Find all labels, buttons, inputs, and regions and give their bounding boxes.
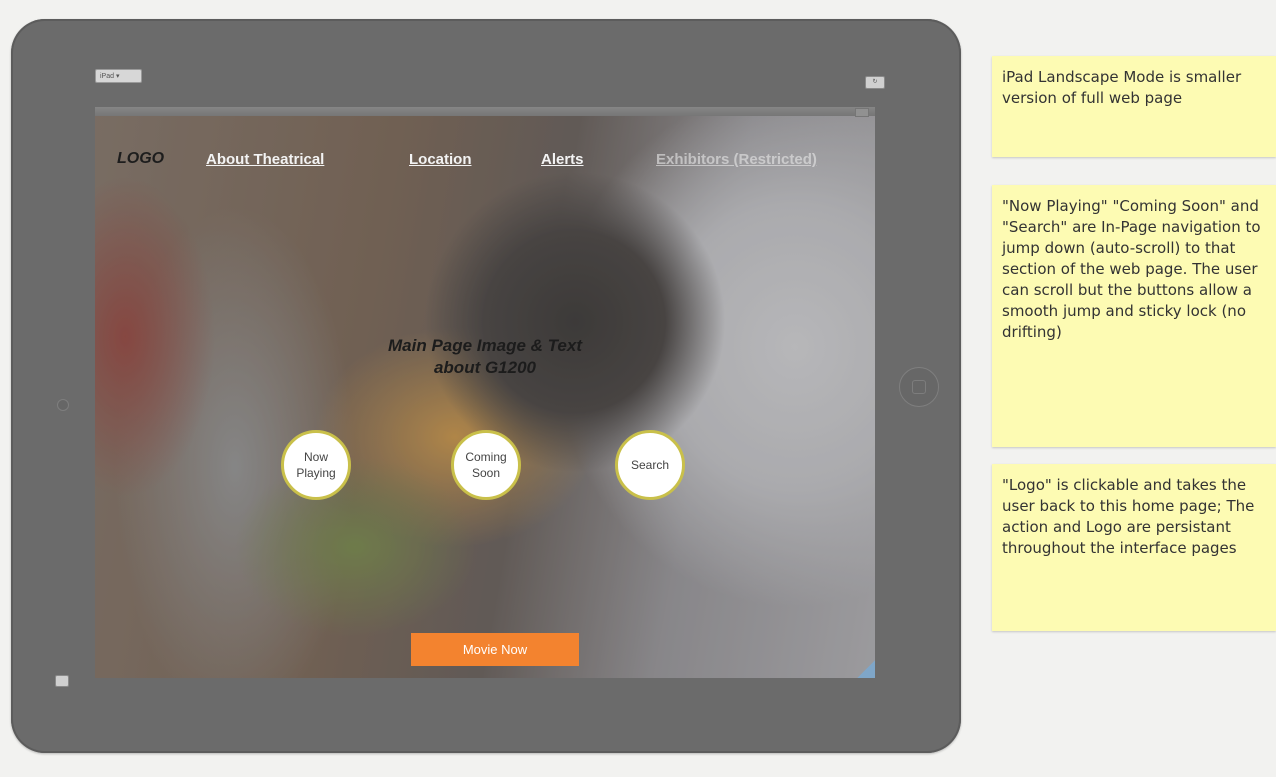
search-button-label: Search	[630, 458, 670, 472]
resize-handle-icon[interactable]	[857, 660, 875, 678]
now-playing-button[interactable]: Now Playing	[281, 430, 351, 500]
search-button[interactable]: Search	[615, 430, 685, 500]
home-button[interactable]	[899, 367, 939, 407]
image-overlay	[95, 107, 875, 678]
now-playing-label-1: Now	[303, 450, 328, 464]
ipad-frame: iPad ▾ ↻ LOGO About Theatrical Location …	[11, 19, 961, 753]
nav-link-location[interactable]: Location	[409, 151, 472, 168]
hero-headline: Main Page Image & Text about G1200	[335, 335, 635, 379]
hero-headline-line1: Main Page Image & Text	[388, 336, 582, 355]
sticky-note-logo: "Logo" is clickable and takes the user b…	[992, 464, 1276, 631]
nav-link-exhibitors[interactable]: Exhibitors (Restricted)	[656, 151, 817, 168]
movie-now-button[interactable]: Movie Now	[411, 633, 579, 666]
nav-link-alerts[interactable]: Alerts	[541, 151, 584, 168]
camera-icon	[57, 399, 69, 411]
fullscreen-icon[interactable]	[55, 675, 69, 687]
sticky-note-in-page-nav: "Now Playing" "Coming Soon" and "Search"…	[992, 185, 1276, 447]
coming-soon-label-1: Coming	[465, 450, 507, 464]
rotate-icon[interactable]: ↻	[865, 76, 885, 89]
coming-soon-button[interactable]: Coming Soon	[451, 430, 521, 500]
top-nav: LOGO About Theatrical Location Alerts Ex…	[95, 145, 875, 168]
sticky-note-landscape: iPad Landscape Mode is smaller version o…	[992, 56, 1276, 157]
ipad-screen: LOGO About Theatrical Location Alerts Ex…	[95, 107, 875, 678]
coming-soon-label-2: Soon	[471, 466, 500, 480]
hero-headline-line2: about G1200	[433, 358, 537, 377]
nav-link-about[interactable]: About Theatrical	[206, 151, 324, 168]
device-selector[interactable]: iPad ▾	[95, 69, 142, 83]
logo-link[interactable]: LOGO	[117, 150, 164, 168]
now-playing-label-2: Playing	[296, 466, 336, 480]
